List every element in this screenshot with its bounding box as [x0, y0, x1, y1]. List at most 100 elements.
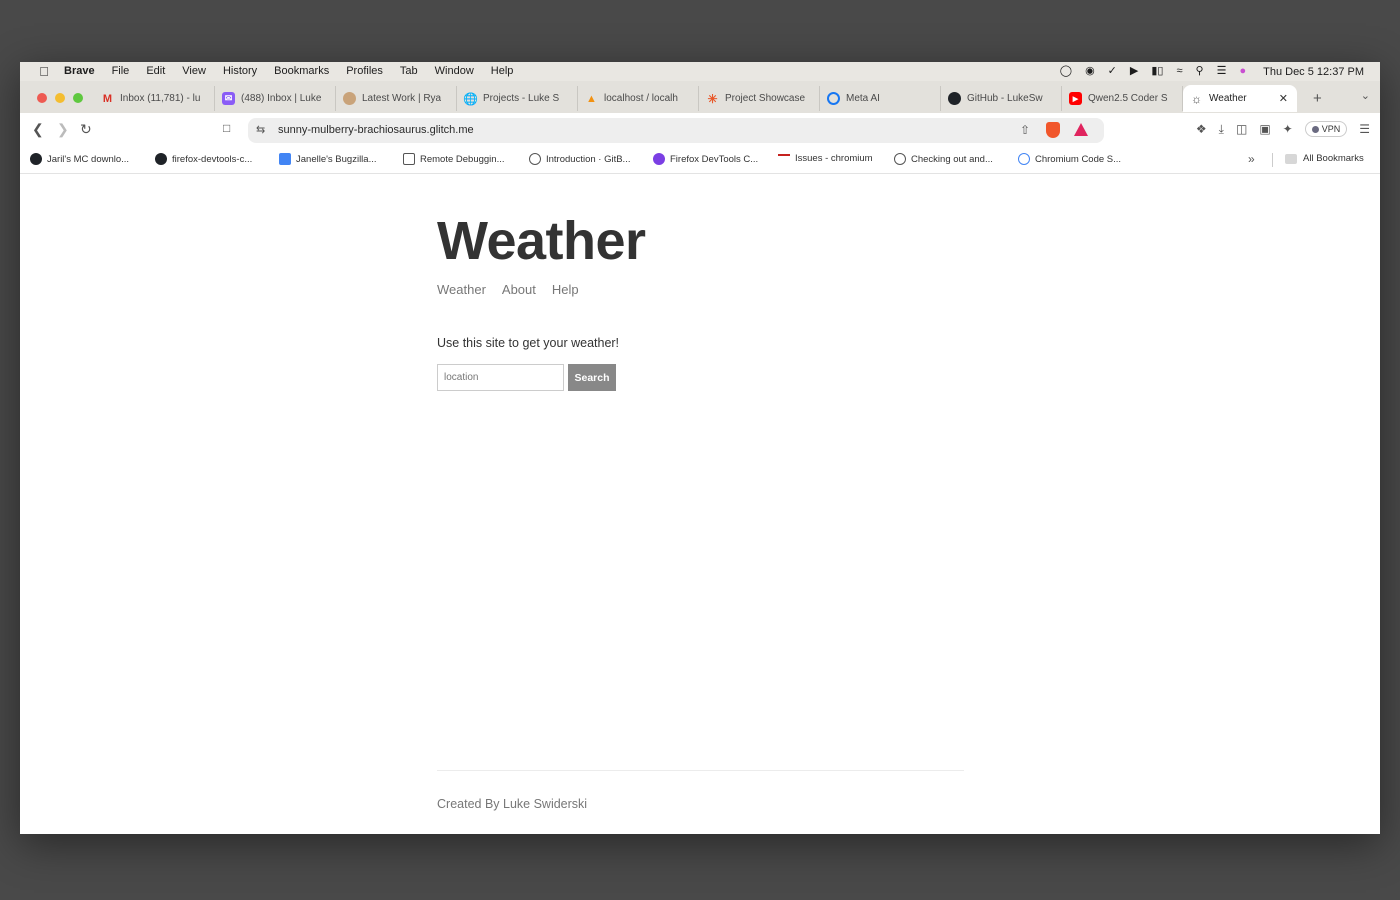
github-icon	[155, 153, 167, 165]
window-controls	[37, 93, 83, 103]
address-bar[interactable]: ⇆ sunny-mulberry-brachiosaurus.glitch.me…	[248, 118, 1104, 143]
siri-icon[interactable]: ●	[1239, 62, 1246, 81]
leo-ai-icon[interactable]: ✦	[1283, 122, 1293, 136]
globe-icon	[529, 153, 541, 165]
bookmark-label: Introduction · GitB...	[546, 153, 631, 165]
search-button[interactable]: Search	[568, 364, 616, 391]
bookmark-label: Janelle's Bugzilla...	[296, 153, 377, 165]
intro-text: Use this site to get your weather!	[437, 336, 620, 350]
nav-link-help[interactable]: Help	[552, 282, 579, 297]
forward-icon[interactable]: ❯	[57, 121, 69, 138]
menu-history[interactable]: History	[223, 62, 257, 81]
tab-proton-mail[interactable]: ✉ (488) Inbox | Luke	[215, 86, 336, 111]
vpn-button[interactable]: VPN	[1304, 121, 1348, 137]
tab-label: localhost / localh	[604, 93, 678, 104]
browser-window:  Brave File Edit View History Bookmarks…	[20, 62, 1380, 834]
menu-view[interactable]: View	[182, 62, 206, 81]
tab-search-chevron-icon[interactable]: ⌄	[1361, 89, 1370, 102]
tab-label: GitHub - LukeSw	[967, 93, 1043, 104]
tab-project-showcase[interactable]: ✳ Project Showcase	[699, 86, 820, 111]
sidebar-icon[interactable]: ◫	[1236, 122, 1247, 136]
wallet-icon[interactable]: ▣	[1259, 122, 1270, 136]
menu-tab[interactable]: Tab	[400, 62, 418, 81]
code-search-icon	[1018, 153, 1030, 165]
downloads-icon[interactable]: ⤓	[1219, 122, 1224, 137]
menubar-status-area: ◯ ◉ ✓ ▶ ▮▯ ≈ ⚲ ☰ ● Thu Dec 5 12:37 PM	[1060, 62, 1364, 81]
tab-weather[interactable]: ☼ Weather ✕	[1183, 85, 1297, 112]
close-window-button[interactable]	[37, 93, 47, 103]
all-bookmarks-button[interactable]: All Bookmarks	[1285, 153, 1364, 164]
globe-icon: 🌐	[463, 91, 478, 106]
bookmark-item[interactable]: Remote Debuggin...	[403, 153, 505, 165]
menu-file[interactable]: File	[112, 62, 130, 81]
bookmark-label: Firefox DevTools C...	[670, 153, 759, 165]
location-input[interactable]	[437, 364, 564, 391]
brave-shields-icon[interactable]	[1046, 122, 1060, 138]
status-circle-icon[interactable]: ◯	[1060, 62, 1072, 81]
bookmark-item[interactable]: Jaril's MC downlo...	[30, 153, 129, 165]
new-tab-button[interactable]: +	[1313, 86, 1322, 111]
main-menu-icon[interactable]: ☰	[1359, 122, 1370, 136]
minimize-window-button[interactable]	[55, 93, 65, 103]
battery-icon[interactable]: ▮▯	[1151, 62, 1163, 81]
docs-icon	[279, 153, 291, 165]
bookmark-item[interactable]: Checking out and...	[894, 153, 993, 165]
menu-profiles[interactable]: Profiles	[346, 62, 383, 81]
apple-icon[interactable]: 	[34, 62, 54, 81]
nav-link-about[interactable]: About	[502, 282, 536, 297]
bookmark-item[interactable]: Issues - chromium	[778, 153, 873, 164]
web-page: Weather Weather About Help Use this site…	[20, 174, 1380, 834]
avatar-icon	[343, 92, 356, 105]
nav-link-weather[interactable]: Weather	[437, 282, 486, 297]
menu-bookmarks[interactable]: Bookmarks	[274, 62, 329, 81]
control-center-icon[interactable]: ☰	[1217, 62, 1227, 81]
more-bookmarks-chevron-icon[interactable]: »	[1248, 152, 1255, 166]
tab-github[interactable]: GitHub - LukeSw	[941, 86, 1062, 111]
menu-app-name[interactable]: Brave	[64, 62, 95, 81]
play-icon[interactable]: ▶	[1130, 62, 1138, 81]
menu-window[interactable]: Window	[435, 62, 474, 81]
menu-help[interactable]: Help	[491, 62, 514, 81]
tab-projects[interactable]: 🌐 Projects - Luke S	[457, 86, 578, 111]
bookmark-item[interactable]: Janelle's Bugzilla...	[279, 153, 377, 165]
extensions-icon[interactable]: ❖	[1196, 122, 1207, 136]
spotlight-search-icon[interactable]: ⚲	[1196, 62, 1204, 81]
globe-icon	[894, 153, 906, 165]
reload-icon[interactable]: ↻	[80, 121, 92, 138]
tab-strip: M Inbox (11,781) - lu ✉ (488) Inbox | Lu…	[20, 81, 1380, 113]
bookmark-item[interactable]: firefox-devtools-c...	[155, 153, 252, 165]
tab-label: Inbox (11,781) - lu	[120, 93, 201, 104]
shield-check-icon[interactable]: ✓	[1108, 62, 1117, 81]
bookmark-item[interactable]: Chromium Code S...	[1018, 153, 1121, 165]
site-settings-icon[interactable]: ⇆	[256, 123, 265, 136]
bookmark-item[interactable]: Firefox DevTools C...	[653, 153, 758, 165]
zoom-window-button[interactable]	[73, 93, 83, 103]
chromium-issues-icon	[778, 153, 790, 164]
back-icon[interactable]: ❮	[32, 121, 44, 138]
macos-menubar:  Brave File Edit View History Bookmarks…	[20, 62, 1380, 81]
share-icon[interactable]: ⇧	[1020, 123, 1030, 137]
tab-meta-ai[interactable]: Meta AI	[820, 86, 941, 111]
bookmark-label: Remote Debuggin...	[420, 153, 505, 165]
tab-latest-work[interactable]: Latest Work | Rya	[336, 86, 457, 111]
bookmark-item[interactable]: Introduction · GitB...	[529, 153, 630, 165]
tab-gmail[interactable]: M Inbox (11,781) - lu	[94, 86, 215, 111]
url-text[interactable]: sunny-mulberry-brachiosaurus.glitch.me	[278, 124, 474, 136]
tab-label: (488) Inbox | Luke	[241, 93, 322, 104]
menu-edit[interactable]: Edit	[146, 62, 165, 81]
weather-search-form: Search	[437, 364, 616, 391]
bookmark-page-icon[interactable]: □	[223, 121, 230, 135]
footer-credit: Created By Luke Swiderski	[437, 797, 588, 811]
weather-icon: ☼	[1191, 91, 1202, 106]
youtube-icon: ▶	[1069, 92, 1082, 105]
brave-rewards-icon[interactable]	[1074, 123, 1088, 136]
folder-icon	[1285, 153, 1297, 164]
elephant-icon[interactable]: ◉	[1085, 62, 1095, 81]
toolbar-actions: ❖ ⤓ ◫ ▣ ✦ VPN ☰	[1196, 121, 1370, 137]
wifi-icon[interactable]: ≈	[1176, 62, 1182, 81]
tab-localhost[interactable]: ▲ localhost / localh	[578, 86, 699, 111]
close-tab-icon[interactable]: ✕	[1279, 92, 1288, 105]
menubar-clock[interactable]: Thu Dec 5 12:37 PM	[1263, 66, 1364, 78]
tab-youtube[interactable]: ▶ Qwen2.5 Coder S	[1062, 86, 1183, 111]
tab-label: Qwen2.5 Coder S	[1088, 93, 1168, 104]
